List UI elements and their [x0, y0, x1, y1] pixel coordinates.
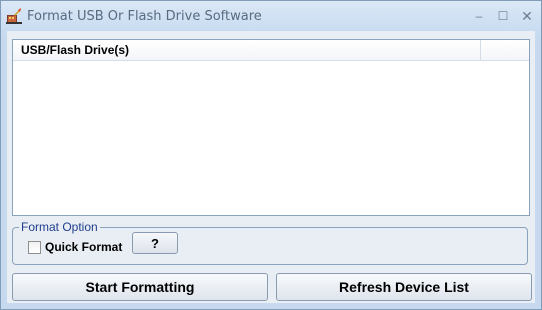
minimize-button[interactable]: – [467, 6, 491, 26]
quick-format-option[interactable]: Quick Format [28, 239, 122, 255]
format-option-title: Format Option [19, 220, 100, 234]
quick-format-label[interactable]: Quick Format [45, 240, 122, 254]
maximize-button[interactable]: ☐ [491, 6, 515, 26]
column-header-usb-flash-drives[interactable]: USB/Flash Drive(s) [13, 40, 481, 60]
device-list[interactable]: USB/Flash Drive(s) [12, 39, 530, 216]
list-header: USB/Flash Drive(s) [13, 40, 529, 61]
format-option-group: Format Option Quick Format ? [12, 220, 528, 265]
device-list-body[interactable] [13, 61, 529, 215]
title-bar[interactable]: Format USB Or Flash Drive Software – ☐ ✕ [1, 1, 541, 31]
help-button[interactable]: ? [132, 232, 178, 254]
close-button[interactable]: ✕ [515, 6, 539, 26]
app-window: Format USB Or Flash Drive Software – ☐ ✕… [0, 0, 542, 310]
usb-drive-app-icon[interactable] [6, 8, 22, 24]
refresh-device-list-button[interactable]: Refresh Device List [276, 273, 532, 301]
quick-format-checkbox[interactable] [28, 240, 41, 254]
window-title: Format USB Or Flash Drive Software [27, 9, 262, 24]
start-formatting-button[interactable]: Start Formatting [12, 273, 268, 301]
client-area: USB/Flash Drive(s) Format Option Quick F… [7, 31, 535, 303]
